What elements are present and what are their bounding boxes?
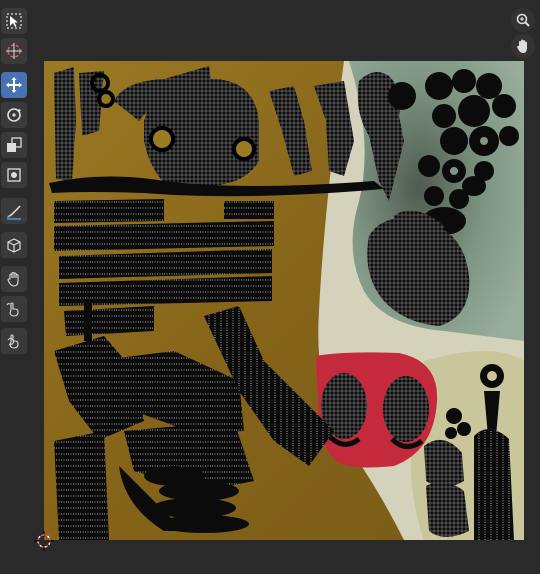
tool-shelf xyxy=(0,0,30,574)
uv-texture-image xyxy=(44,61,524,540)
cube-icon xyxy=(7,238,21,253)
annotate-pen-icon xyxy=(7,205,21,220)
select-box-icon xyxy=(6,13,22,29)
cursor-crosshair-icon xyxy=(6,43,22,59)
transform-tool[interactable] xyxy=(1,162,27,188)
scale-tool[interactable] xyxy=(1,132,27,158)
scale-icon xyxy=(7,137,22,152)
rotate-tool[interactable] xyxy=(1,102,27,128)
uv-cube-tool[interactable] xyxy=(1,232,27,258)
hand-pan-icon xyxy=(517,39,527,53)
zoom-icon xyxy=(516,13,530,27)
annotate-tool[interactable] xyxy=(1,198,27,224)
pinch-hand-icon xyxy=(7,334,19,349)
transform-icon xyxy=(7,168,21,182)
grab-tool[interactable] xyxy=(1,266,27,292)
select-box-tool[interactable] xyxy=(1,8,27,34)
relax-tool[interactable] xyxy=(1,296,27,322)
pan-button[interactable] xyxy=(511,34,535,58)
move-arrows-icon xyxy=(6,77,22,93)
3d-cursor-icon[interactable] xyxy=(34,531,54,551)
move-tool[interactable] xyxy=(1,72,27,98)
pinch-tool[interactable] xyxy=(1,328,27,354)
uv-texture-canvas[interactable] xyxy=(44,61,524,540)
relax-hand-icon xyxy=(6,302,19,317)
grab-hand-icon xyxy=(7,271,19,287)
cursor-tool[interactable] xyxy=(1,38,27,64)
rotate-icon xyxy=(7,108,21,122)
zoom-button[interactable] xyxy=(511,8,535,32)
